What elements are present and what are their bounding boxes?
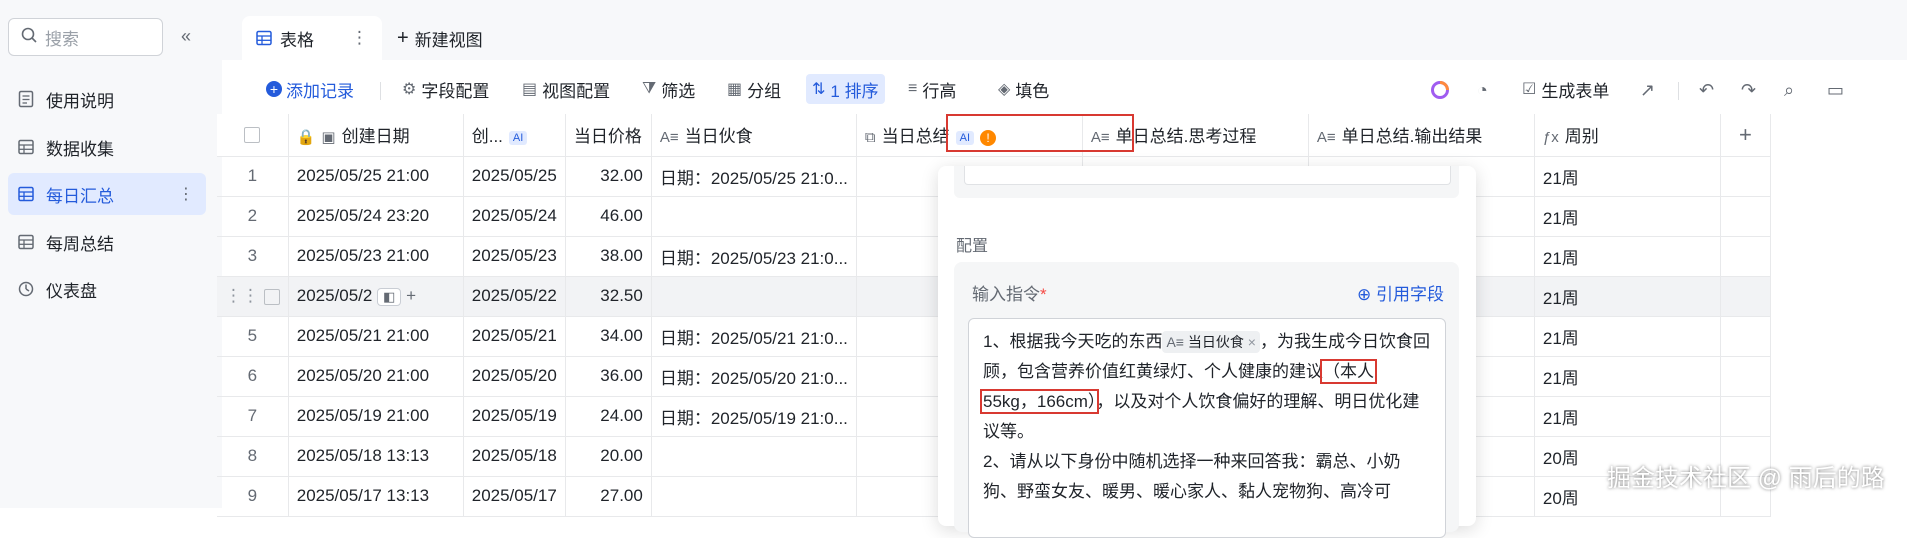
table-icon — [16, 139, 36, 155]
plus-circle-icon: + — [266, 81, 282, 97]
config-section-label: 配置 — [956, 238, 989, 255]
ai-assistant-icon[interactable] — [1430, 80, 1450, 105]
sidebar-item-label: 仪表盘 — [46, 281, 97, 301]
sidebar-item-label: 每周总结 — [46, 234, 114, 254]
filter-button[interactable]: ⧩ 筛选 — [642, 74, 695, 104]
plus-icon[interactable]: + — [406, 286, 416, 305]
share-icon[interactable]: ↗ — [1640, 80, 1655, 101]
generate-form-label: 生成表单 — [1541, 81, 1610, 101]
plus-icon: + — [397, 27, 409, 49]
formula-icon: ƒx — [1542, 129, 1559, 147]
group-label: 分组 — [747, 81, 782, 101]
group-button[interactable]: ▦ 分组 — [727, 74, 781, 104]
ai-badge: AI — [508, 130, 528, 145]
sidebar-item-data-collect[interactable]: 数据收集 — [8, 126, 206, 168]
filter-label: 筛选 — [661, 81, 696, 101]
add-column-button[interactable]: + — [1720, 114, 1771, 157]
view-config-icon: ▤ — [522, 81, 538, 98]
sidebar-item-label: 每日汇总 — [46, 186, 114, 206]
row-height-button[interactable]: ≡ 行高 — [908, 74, 956, 104]
more-icon[interactable]: ⋮ — [178, 184, 194, 204]
column-header-food[interactable]: A≡ 当日伙食 — [651, 114, 857, 157]
gear-icon: ⚙ — [402, 81, 417, 98]
expand-record-icon[interactable]: ◧ — [377, 288, 402, 306]
text-field-icon: A≡ — [659, 129, 679, 147]
instruction-label: 输入指令* — [972, 285, 1047, 304]
sidebar-item-usage[interactable]: 使用说明 — [8, 78, 206, 120]
collapse-sidebar-icon[interactable]: « — [181, 26, 191, 47]
checkbox-icon: ☑ — [1522, 81, 1537, 98]
field-config-button[interactable]: ⚙ 字段配置 — [402, 74, 489, 104]
row-height-icon: ≡ — [908, 80, 918, 97]
sidebar-item-label: 数据收集 — [46, 139, 114, 159]
search-icon — [21, 27, 37, 48]
automation-icon[interactable]: ◔ — [1477, 80, 1488, 101]
view-config-label: 视图配置 — [542, 81, 611, 101]
toolbar: + 添加记录 ⚙ 字段配置 ▤ 视图配置 ⧩ 筛选 ▦ 分组 ⇅ 1 排序 ≡ … — [222, 68, 1907, 108]
column-header-output[interactable]: A≡ 单日总结.输出结果 — [1308, 114, 1535, 157]
view-config-button[interactable]: ▤ 视图配置 — [522, 74, 610, 104]
instruction-editor[interactable]: 1、根据我今天吃的东西 A≡ 当日伙食 × ，为我生成今日饮食回顾，包含营养价值红黄… — [968, 318, 1446, 538]
divider — [380, 82, 381, 100]
sort-button[interactable]: ⇅ 1 排序 — [806, 74, 885, 104]
dashboard-icon — [16, 281, 36, 297]
paint-bucket-icon: ◈ — [998, 81, 1011, 98]
column-header-price[interactable]: 当日价格 — [565, 114, 652, 157]
filter-icon: ⧩ — [642, 80, 657, 97]
sidebar: 搜索 « 使用说明 数据收集 每日汇总 ⋮ 每周总结 仪表盘 — [0, 0, 223, 508]
search-placeholder: 搜索 — [45, 29, 79, 49]
ai-field-icon: ⧉ — [864, 129, 876, 147]
ai-text-icon: A≡ — [1316, 129, 1336, 147]
reference-field-button[interactable]: ⊕ 引用字段 — [1357, 280, 1444, 305]
column-header-created[interactable]: 🔒 ▣ 创建日期 — [288, 114, 464, 157]
add-record-button[interactable]: + 添加记录 — [266, 74, 354, 104]
required-mark: * — [1040, 285, 1047, 304]
table-icon — [16, 186, 36, 202]
add-record-label: 添加记录 — [286, 81, 354, 101]
new-view-button[interactable]: + 新建视图 — [397, 26, 483, 51]
view-bar: 表格 ⋮ + 新建视图 — [222, 0, 1907, 60]
datetime-icon: ▣ — [321, 129, 336, 147]
ai-field-config-panel: 配置 输入指令* ⊕ 引用字段 1、根据我今天吃的东西 A≡ 当日伙食 × ，为我生… — [938, 166, 1476, 538]
table-icon — [16, 234, 36, 250]
sidebar-item-dashboard[interactable]: 仪表盘 — [8, 268, 206, 310]
row-height-label: 行高 — [922, 81, 957, 101]
more-icon[interactable]: ⋮ — [351, 28, 368, 48]
highlight-box — [946, 114, 1134, 152]
document-icon — [16, 90, 36, 108]
plus-circle-icon: ⊕ — [1357, 285, 1372, 304]
sidebar-item-weekly-summary[interactable]: 每周总结 — [8, 221, 206, 263]
row-checkbox[interactable] — [263, 288, 280, 305]
new-view-label: 新建视图 — [414, 31, 483, 50]
table-icon — [256, 30, 272, 46]
field-config-label: 字段配置 — [421, 81, 490, 101]
lock-icon: 🔒 — [296, 129, 316, 147]
close-icon[interactable]: × — [1248, 334, 1256, 350]
column-header-week[interactable]: ƒx 周别 — [1534, 114, 1721, 157]
group-icon: ▦ — [727, 81, 743, 98]
fill-color-label: 填色 — [1015, 81, 1050, 101]
comment-icon[interactable]: ▭ — [1827, 80, 1844, 101]
panel-top-input[interactable] — [964, 166, 1451, 185]
text-field-icon: A≡ — [1166, 334, 1184, 350]
sidebar-item-daily-summary[interactable]: 每日汇总 ⋮ — [8, 173, 206, 215]
sort-icon: ⇅ — [812, 81, 826, 98]
divider — [1678, 82, 1679, 100]
select-all-checkbox[interactable] — [217, 114, 289, 157]
sidebar-item-label: 使用说明 — [46, 91, 114, 111]
search-input[interactable]: 搜索 — [8, 18, 163, 56]
tab-table-view[interactable]: 表格 ⋮ — [242, 16, 382, 60]
sort-label: 1 排序 — [830, 81, 879, 101]
find-icon[interactable]: ⌕ — [1784, 80, 1794, 101]
undo-icon[interactable]: ↶ — [1699, 80, 1714, 101]
watermark: 掘金技术社区 @ 雨后的路 — [1607, 465, 1885, 492]
field-reference-chip[interactable]: A≡ 当日伙食 × — [1162, 331, 1260, 353]
fill-color-button[interactable]: ◈ 填色 — [998, 74, 1049, 104]
column-header-date[interactable]: 创... AI — [463, 114, 566, 157]
redo-icon[interactable]: ↷ — [1741, 80, 1756, 101]
tab-label: 表格 — [280, 30, 314, 50]
generate-form-button[interactable]: ☑ 生成表单 — [1522, 74, 1609, 104]
